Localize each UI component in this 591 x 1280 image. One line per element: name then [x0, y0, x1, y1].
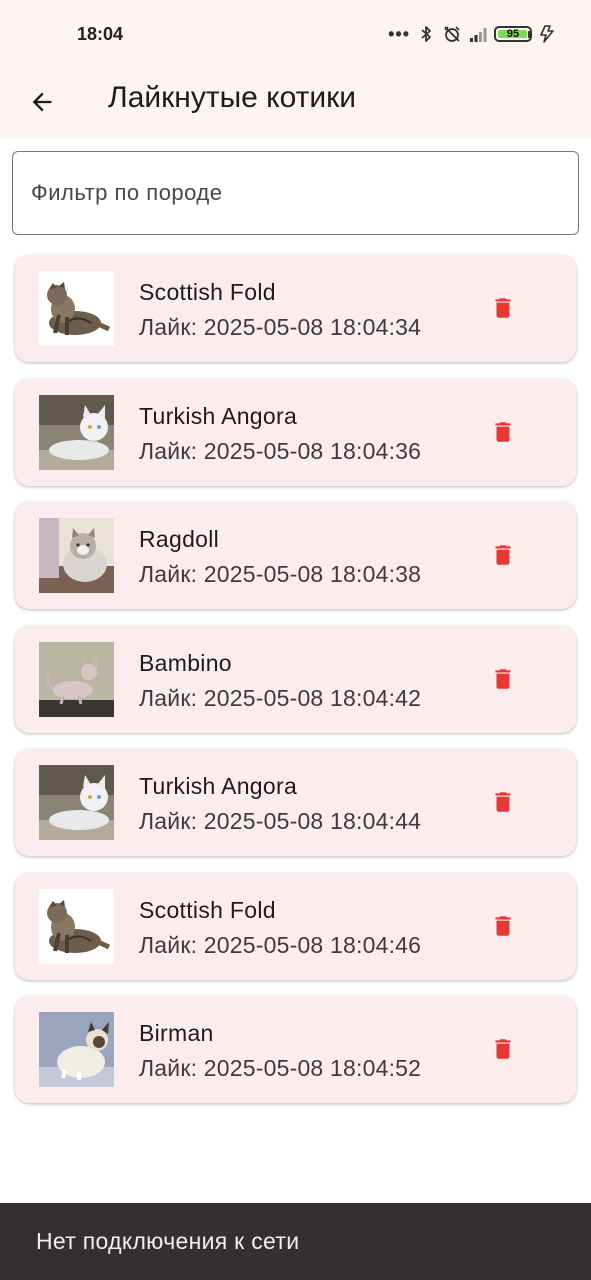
- liked-cat-card[interactable]: Birman Лайк: 2025-05-08 18:04:52: [15, 996, 576, 1103]
- page-title: Лайкнутые котики: [108, 81, 357, 114]
- cat-photo: [39, 394, 114, 470]
- trash-icon: [495, 1039, 511, 1059]
- status-bar: 18:04 ••• 95: [0, 0, 591, 68]
- liked-timestamp: Лайк: 2025-05-08 18:04:38: [139, 561, 422, 587]
- liked-cat-card[interactable]: Turkish Angora Лайк: 2025-05-08 18:04:44: [15, 749, 576, 856]
- delete-button[interactable]: [478, 654, 528, 704]
- cat-photo: [39, 641, 114, 717]
- liked-timestamp: Лайк: 2025-05-08 18:04:46: [139, 931, 422, 958]
- snackbar-message: Нет подключения к сети: [36, 1228, 300, 1254]
- delete-button[interactable]: [478, 777, 528, 827]
- liked-cat-card[interactable]: Scottish Fold Лайк: 2025-05-08 18:04:34: [15, 255, 576, 362]
- delete-button[interactable]: [478, 530, 528, 580]
- liked-cat-card[interactable]: Ragdoll Лайк: 2025-05-08 18:04:38: [15, 502, 576, 609]
- delete-button[interactable]: [478, 407, 528, 457]
- cat-photo: [39, 1012, 114, 1087]
- cat-photo: [39, 271, 114, 346]
- cat-photo: [39, 888, 114, 964]
- cat-photo: [39, 518, 114, 593]
- charging-icon: [540, 25, 554, 43]
- liked-timestamp: Лайк: 2025-05-08 18:04:52: [139, 1055, 422, 1081]
- cat-photo: [39, 765, 114, 840]
- trash-icon: [495, 915, 511, 936]
- liked-timestamp: Лайк: 2025-05-08 18:04:42: [139, 684, 422, 711]
- app-bar: Лайкнутые котики: [0, 68, 591, 138]
- trash-icon: [495, 421, 511, 442]
- trash-icon: [495, 545, 511, 565]
- liked-cat-card[interactable]: Bambino Лайк: 2025-05-08 18:04:42: [15, 625, 576, 733]
- delete-button[interactable]: [478, 283, 528, 333]
- snackbar: Нет подключения к сети: [0, 1203, 591, 1280]
- trash-icon: [495, 668, 511, 689]
- battery-icon: 95: [494, 26, 532, 42]
- status-icons: ••• 95: [388, 22, 557, 46]
- back-button[interactable]: [16, 76, 68, 128]
- arrow-back-icon: [32, 92, 52, 112]
- cat-breed: Scottish Fold: [139, 896, 276, 923]
- liked-timestamp: Лайк: 2025-05-08 18:04:36: [139, 437, 422, 464]
- liked-cats-list: Scottish Fold Лайк: 2025-05-08 18:04:34 …: [15, 255, 576, 1120]
- more-dots-icon: •••: [388, 24, 410, 44]
- liked-cat-card[interactable]: Turkish Angora Лайк: 2025-05-08 18:04:36: [15, 378, 576, 486]
- delete-button[interactable]: [478, 1024, 528, 1074]
- signal-icon: [470, 28, 487, 42]
- cat-breed: Birman: [139, 1020, 214, 1046]
- cat-breed: Turkish Angora: [139, 773, 298, 799]
- cat-breed: Ragdoll: [139, 526, 220, 552]
- cat-breed: Turkish Angora: [139, 402, 298, 429]
- status-time: 18:04: [77, 24, 124, 44]
- breed-filter-input[interactable]: [13, 152, 578, 234]
- breed-filter-field[interactable]: [12, 151, 579, 235]
- alarm-off-icon: [444, 26, 460, 42]
- cat-breed: Scottish Fold: [139, 279, 276, 305]
- trash-icon: [495, 792, 511, 812]
- liked-timestamp: Лайк: 2025-05-08 18:04:34: [139, 314, 422, 340]
- bluetooth-icon: [421, 26, 431, 42]
- battery-level: 95: [506, 28, 520, 40]
- trash-icon: [495, 298, 511, 318]
- delete-button[interactable]: [478, 901, 528, 951]
- liked-cat-card[interactable]: Scottish Fold Лайк: 2025-05-08 18:04:46: [15, 872, 576, 980]
- cat-breed: Bambino: [139, 649, 232, 676]
- liked-timestamp: Лайк: 2025-05-08 18:04:44: [139, 808, 422, 834]
